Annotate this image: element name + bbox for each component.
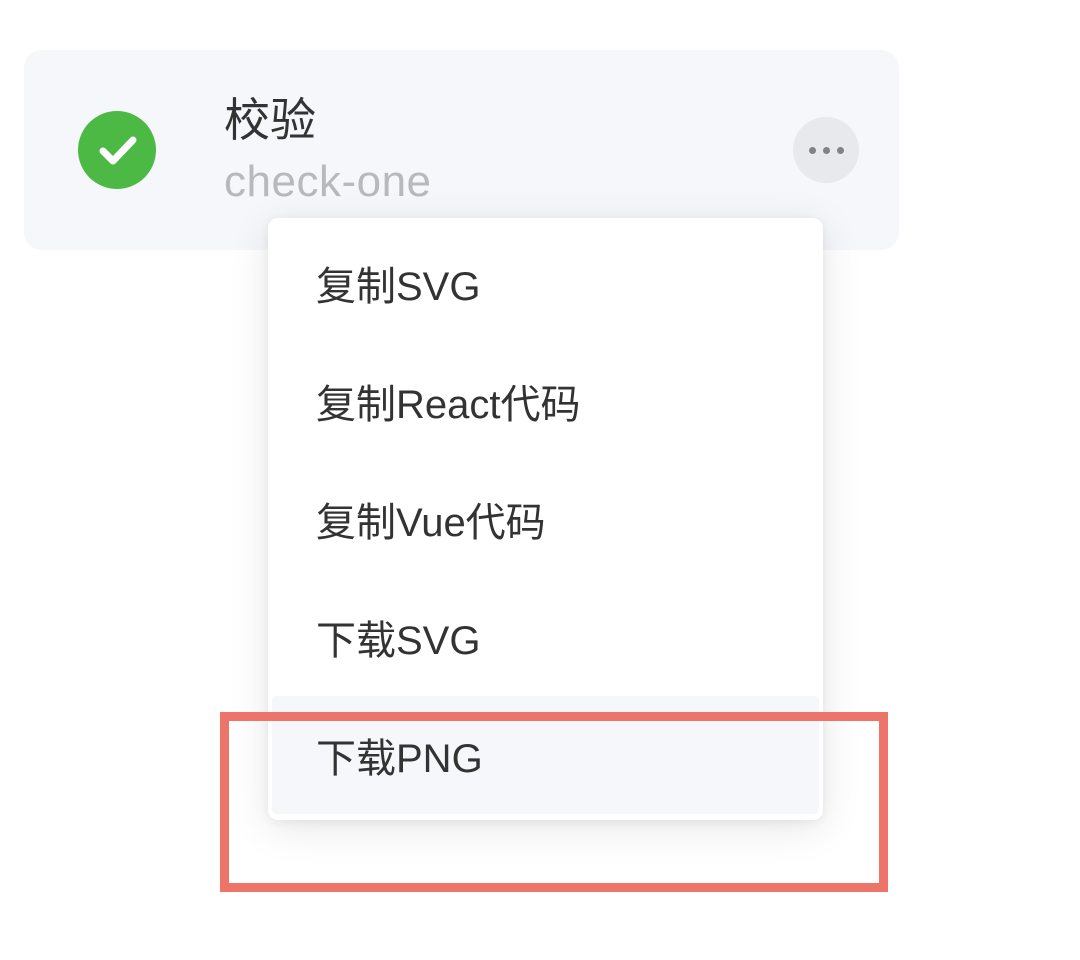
context-menu: 复制SVG 复制React代码 复制Vue代码 下载SVG 下载PNG [268, 218, 823, 820]
check-one-icon [78, 111, 156, 189]
menu-item-copy-vue[interactable]: 复制Vue代码 [272, 460, 819, 578]
more-button[interactable] [793, 117, 859, 183]
icon-title-cn: 校验 [224, 93, 793, 148]
menu-item-copy-svg[interactable]: 复制SVG [272, 224, 819, 342]
menu-item-copy-react[interactable]: 复制React代码 [272, 342, 819, 460]
icon-title-en: check-one [224, 157, 793, 207]
icon-titles: 校验 check-one [224, 93, 793, 206]
ellipsis-icon [837, 147, 844, 154]
menu-item-download-png[interactable]: 下载PNG [272, 696, 819, 814]
menu-item-download-svg[interactable]: 下载SVG [272, 578, 819, 696]
ellipsis-icon [823, 147, 830, 154]
ellipsis-icon [809, 147, 816, 154]
